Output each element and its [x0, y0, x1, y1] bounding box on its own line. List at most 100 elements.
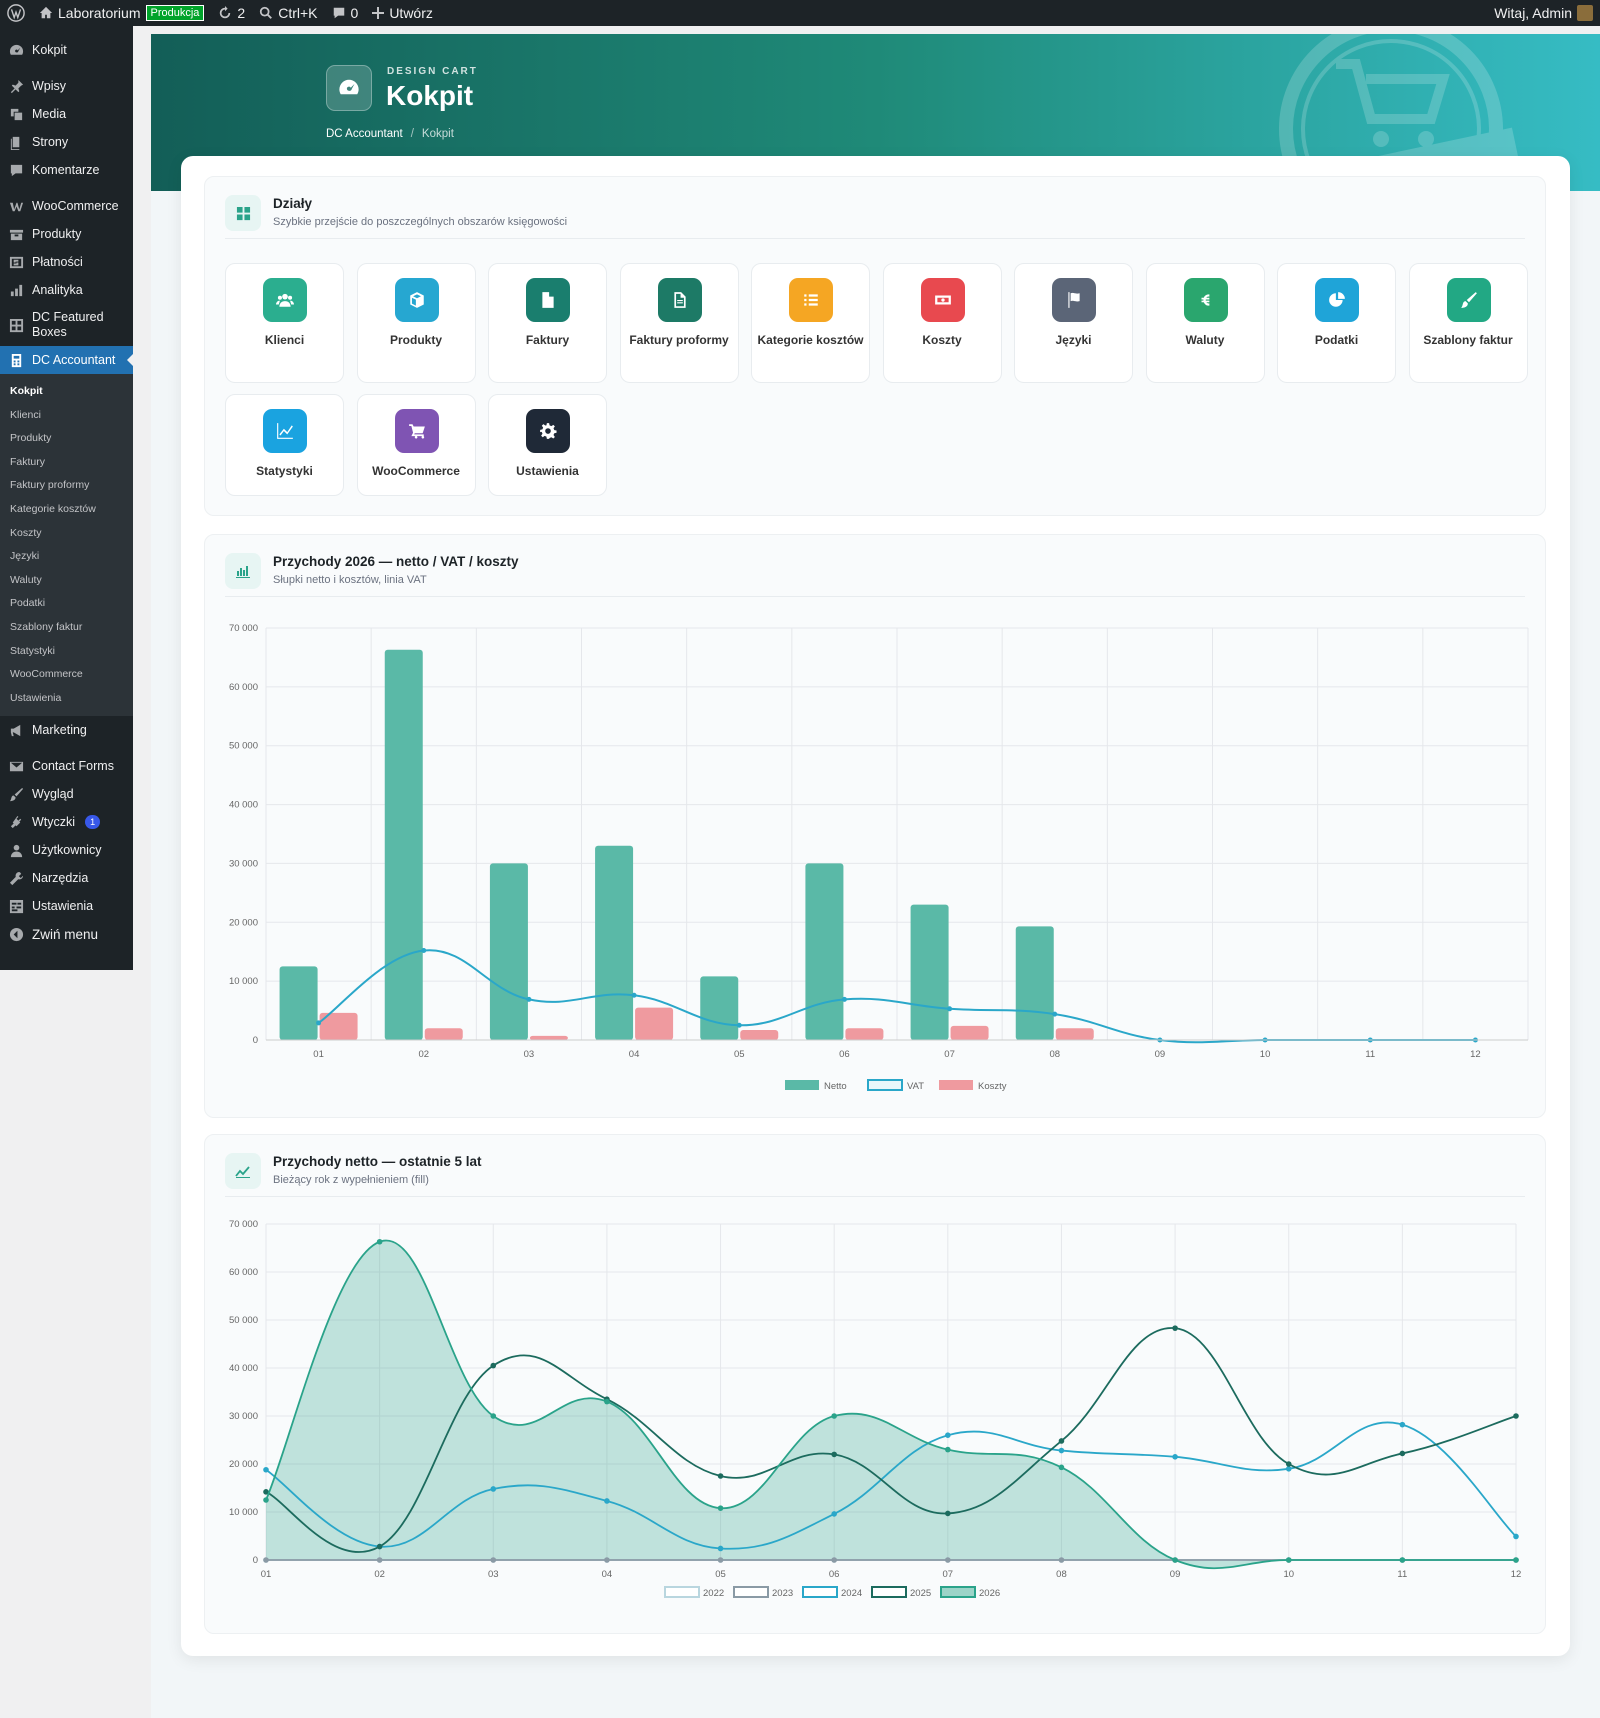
chart1-bar-koszty [529, 1035, 568, 1040]
submenu-item-proforma[interactable]: Faktury proformy [0, 474, 133, 498]
dashboard-panel: Działy Szybkie przejście do poszczególny… [181, 156, 1570, 1656]
submenu-item-languages[interactable]: Języki [0, 545, 133, 569]
updates-link[interactable]: 2 [211, 0, 252, 26]
section-tile[interactable]: Koszty [882, 263, 1002, 383]
search-link[interactable]: Ctrl+K [252, 0, 324, 26]
breadcrumb-root-link[interactable]: DC Accountant [326, 128, 403, 140]
menu-posts[interactable]: Wpisy [0, 72, 133, 100]
chart2-point-2025 [831, 1451, 837, 1458]
chart1-x-tick-label: 11 [1365, 1049, 1375, 1060]
submenu-item-clients[interactable]: Klienci [0, 404, 133, 428]
cart-icon [394, 409, 439, 453]
chart2-point-2026 [831, 1413, 837, 1419]
menu-analytics[interactable]: Analityka [0, 276, 133, 304]
menu-appearance[interactable]: Wygląd [0, 780, 133, 808]
section-tile[interactable]: Szablony faktur [1408, 263, 1528, 383]
new-content-link[interactable]: Utwórz [365, 0, 440, 26]
section-tile[interactable]: Waluty [1145, 263, 1265, 383]
submenu-item-invoice-templates[interactable]: Szablony faktur [0, 616, 133, 640]
sections-card: Działy Szybkie przejście do poszczególny… [204, 176, 1546, 516]
section-tile[interactable]: Języki [1014, 263, 1133, 383]
user-icon [10, 844, 23, 857]
chart1-bar-netto [595, 845, 634, 1040]
section-tile[interactable]: Podatki [1277, 263, 1396, 383]
chart2-point-2024 [490, 1486, 497, 1492]
menu-marketing[interactable]: Marketing [0, 716, 133, 744]
chart2-x-tick-label: 10 [1283, 1569, 1294, 1580]
submenu-item-settings[interactable]: Ustawienia [0, 687, 133, 711]
history-chart-card: Przychody netto — ostatnie 5 lat Bieżący… [204, 1134, 1546, 1634]
submenu-item-products[interactable]: Produkty [0, 427, 133, 451]
chart1-x-tick-label: 04 [629, 1049, 640, 1060]
chart2-point-2026 [945, 1446, 951, 1453]
submenu-item-invoices[interactable]: Faktury [0, 451, 133, 475]
section-tile[interactable]: Statystyki [225, 394, 344, 496]
submenu-item-currencies[interactable]: Waluty [0, 569, 133, 593]
submenu-item-taxes[interactable]: Podatki [0, 592, 133, 616]
comments-link[interactable]: 0 [325, 0, 366, 26]
menu-products[interactable]: Produkty [0, 220, 133, 248]
breadcrumb-separator: / [410, 128, 414, 140]
menu-users[interactable]: Użytkownicy [0, 836, 133, 864]
section-tile-label: Szablony faktur [1423, 333, 1513, 347]
chart2-x-tick-label: 06 [829, 1569, 840, 1580]
section-tile[interactable]: Klienci [225, 263, 344, 383]
box-icon [394, 278, 439, 322]
menu-settings[interactable]: Ustawienia [0, 892, 133, 920]
menu-media[interactable]: Media [0, 100, 133, 128]
section-tile[interactable]: Kategorie kosztów [751, 263, 870, 383]
section-tile[interactable]: Produkty [356, 263, 476, 383]
submenu-item-costs[interactable]: Koszty [0, 522, 133, 546]
collapse-menu-button[interactable]: Zwiń menu [0, 920, 133, 948]
section-tile[interactable]: Ustawienia [488, 394, 607, 496]
menu-plugins[interactable]: Wtyczki 1 [0, 808, 133, 836]
chart2-x-tick-label: 12 [1511, 1569, 1522, 1580]
chart1-bar-netto [489, 863, 528, 1040]
chart2-area-2026 [266, 1240, 1516, 1569]
chart1-y-tick-label: 20 000 [229, 917, 258, 928]
chart2-point-2026 [1172, 1557, 1178, 1563]
submenu-item-cost-categories[interactable]: Kategorie kosztów [0, 498, 133, 522]
section-tile[interactable]: WooCommerce [356, 394, 476, 496]
chart2-y-tick-label: 20 000 [229, 1459, 258, 1470]
menu-featured-boxes[interactable]: DC Featured Boxes [0, 304, 133, 346]
revenue-bar-chart: 0 10 000 20 000 30 000 40 000 50 000 60 000 70 … [229, 623, 1529, 1092]
menu-dashboard[interactable]: Kokpit [0, 36, 133, 64]
refresh-icon [220, 6, 231, 19]
site-name-link[interactable]: Laboratorium Produkcja [32, 0, 211, 26]
chart2-point-2023 [1058, 1557, 1065, 1563]
media-icon [10, 108, 23, 120]
menu-payments[interactable]: Płatności [0, 248, 133, 276]
section-tile-label: Klienci [264, 333, 305, 347]
document-icon [526, 278, 570, 322]
menu-pages[interactable]: Strony [0, 128, 133, 156]
chart1-bar-netto [910, 904, 949, 1040]
my-account-link[interactable]: Witaj, Admin [1487, 0, 1600, 26]
chart2-legend-label: 2022 [703, 1588, 724, 1599]
chart2-x-tick-label: 08 [1056, 1569, 1067, 1580]
chart1-bar-koszty [950, 1025, 989, 1040]
admin-bar: Laboratorium Produkcja 2 Ctrl+K 0 Utwórz… [0, 0, 1600, 26]
chart1-bar-netto [1015, 926, 1054, 1040]
submenu-item-dashboard[interactable]: Kokpit [0, 380, 133, 404]
collapse-icon [9, 927, 24, 941]
menu-dc-accountant[interactable]: DC Accountant [0, 346, 134, 374]
section-tile-label: WooCommerce [372, 464, 460, 478]
section-tile-label: Faktury proformy [629, 333, 729, 347]
chart2-x-tick-label: 02 [374, 1569, 385, 1580]
submenu-item-woocommerce[interactable]: WooCommerce [0, 663, 133, 687]
menu-comments[interactable]: Komentarze [0, 156, 133, 184]
submenu-item-statistics[interactable]: Statystyki [0, 640, 133, 664]
menu-woocommerce[interactable]: WooCommerce [0, 192, 133, 220]
section-tile[interactable]: Faktury [488, 263, 607, 383]
flag-icon [1052, 278, 1096, 322]
menu-tools[interactable]: Narzędzia [0, 864, 133, 892]
chart2-point-2026 [717, 1505, 724, 1511]
wordpress-logo-icon[interactable] [0, 0, 32, 26]
chart1-point-vat [631, 992, 637, 998]
chart2-x-tick-label: 05 [715, 1569, 726, 1580]
section-tile[interactable]: Faktury proformy [619, 263, 739, 383]
chart1-legend-label: VAT [907, 1081, 924, 1092]
chart2-x-tick-label: 04 [602, 1569, 613, 1580]
menu-contact-forms[interactable]: Contact Forms [0, 752, 133, 780]
